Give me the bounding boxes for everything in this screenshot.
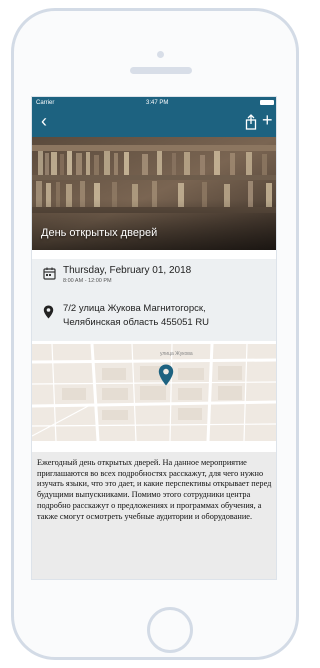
share-icon[interactable] — [244, 114, 258, 130]
status-bar: Carrier 3:47 PM — [32, 97, 276, 108]
map-streets — [32, 344, 276, 441]
event-address-line2[interactable]: Челябинская область 455051 RU — [63, 317, 209, 328]
event-hero-image: День открытых дверей — [32, 137, 276, 250]
status-time: 3:47 PM — [145, 99, 169, 106]
battery-icon — [259, 100, 274, 105]
carrier-label: Carrier — [36, 99, 55, 106]
plus-icon[interactable]: + — [262, 110, 273, 130]
event-description: Ежегодный день открытых дверей. На данно… — [32, 452, 276, 579]
home-button[interactable] — [147, 607, 193, 653]
navigation-bar: ‹ + — [32, 108, 276, 137]
chevron-left-icon[interactable]: ‹ — [41, 111, 47, 131]
event-title: День открытых дверей — [41, 227, 158, 239]
calendar-icon — [43, 267, 56, 280]
speaker-grille — [130, 67, 192, 74]
location-pin-icon — [43, 305, 54, 319]
event-info-card: Thursday, February 01, 2018 8:00 AM - 12… — [32, 259, 276, 341]
camera-dot — [157, 51, 164, 58]
event-time: 8:00 AM - 12:00 PM — [63, 278, 112, 284]
app-screen: Carrier 3:47 PM ‹ + День открытых дверей… — [31, 96, 277, 580]
event-date: Thursday, February 01, 2018 — [63, 265, 192, 276]
event-address-line1[interactable]: 7/2 улица Жукова Магнитогорск, — [63, 303, 206, 314]
map-street-label: улица Жукова — [160, 351, 193, 357]
map-marker-icon[interactable] — [158, 364, 174, 386]
location-map[interactable]: улица Жукова — [32, 344, 276, 441]
